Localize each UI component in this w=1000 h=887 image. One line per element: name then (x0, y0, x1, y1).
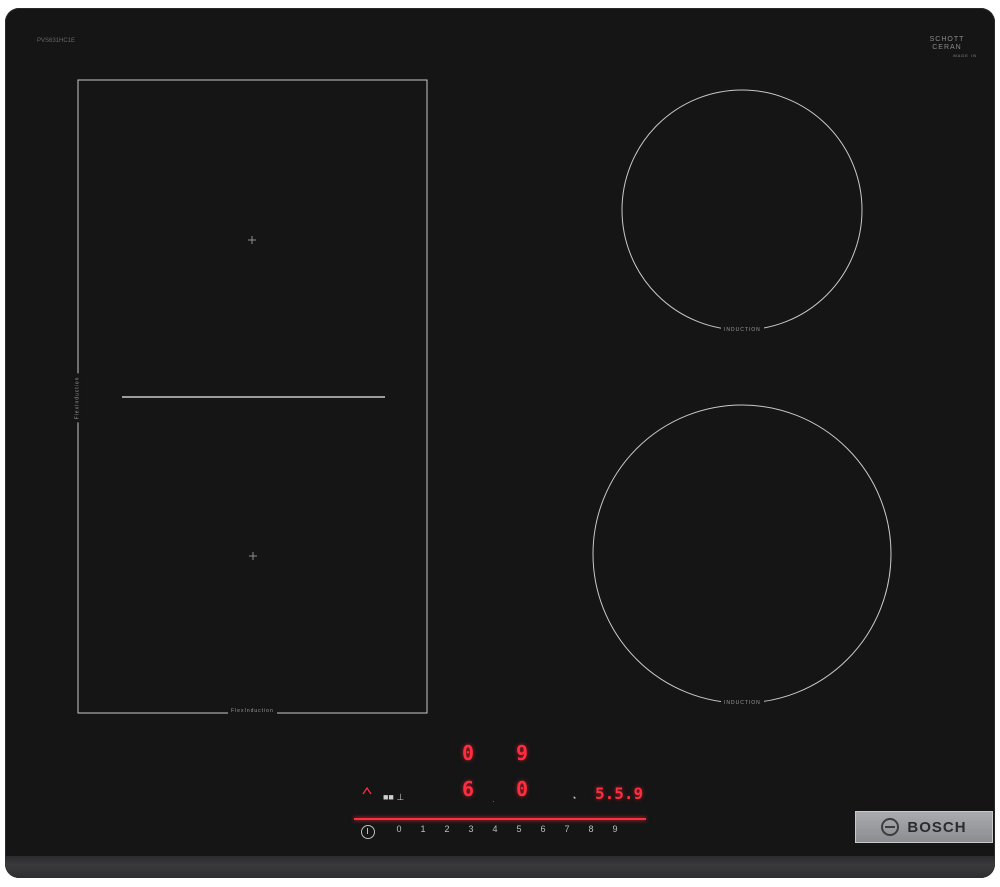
bottom-right-zone-label: INDUCTION (721, 700, 764, 706)
zone-display-mid-right: 0 (516, 777, 529, 801)
flex-zone-side-label: FlexInduction (74, 373, 81, 423)
timer-icon[interactable]: ◔ (571, 793, 576, 803)
power-slider-track[interactable] (354, 818, 646, 820)
zone-select-dot-icon[interactable]: · (492, 796, 495, 806)
power-level-2[interactable]: 2 (435, 824, 459, 834)
power-icon[interactable] (361, 825, 375, 839)
bosch-logo-icon (881, 818, 900, 836)
power-level-6[interactable]: 6 (531, 824, 555, 834)
power-level-8[interactable]: 8 (579, 824, 603, 834)
timer-display: 5.5.9 (595, 784, 644, 803)
power-level-4[interactable]: 4 (483, 824, 507, 834)
flex-zone-bottom-center-mark (249, 552, 257, 560)
bottom-right-zone-outline (592, 404, 892, 704)
flex-zone-top-center-mark (248, 236, 256, 244)
top-right-zone-label: INDUCTION (721, 327, 764, 333)
power-level-0[interactable]: 0 (387, 824, 411, 834)
lock-icon[interactable]: ■■ ⊥ (383, 792, 404, 803)
zone-display-top-right: 9 (516, 741, 529, 765)
power-level-3[interactable]: 3 (459, 824, 483, 834)
power-level-9[interactable]: 9 (603, 824, 627, 834)
zone-display-top-left: 0 (462, 741, 475, 765)
brand-badge: BOSCH (855, 811, 993, 843)
hob-frame-edge (5, 856, 995, 878)
zone-outlines (77, 79, 892, 714)
boost-icon[interactable] (362, 786, 372, 796)
cooktop-glass: PVS631HC1E SCHOTT CERAN MADE IN FlexIndu… (5, 8, 995, 878)
flex-zone-label: FlexInduction (228, 708, 277, 714)
zone-display-mid-left: 6 (462, 777, 475, 801)
power-level-7[interactable]: 7 (555, 824, 579, 834)
top-right-zone-outline (621, 89, 863, 331)
power-scale[interactable]: 0123456789 (387, 824, 627, 834)
brand-name: BOSCH (907, 818, 967, 836)
power-level-5[interactable]: 5 (507, 824, 531, 834)
power-level-1[interactable]: 1 (411, 824, 435, 834)
